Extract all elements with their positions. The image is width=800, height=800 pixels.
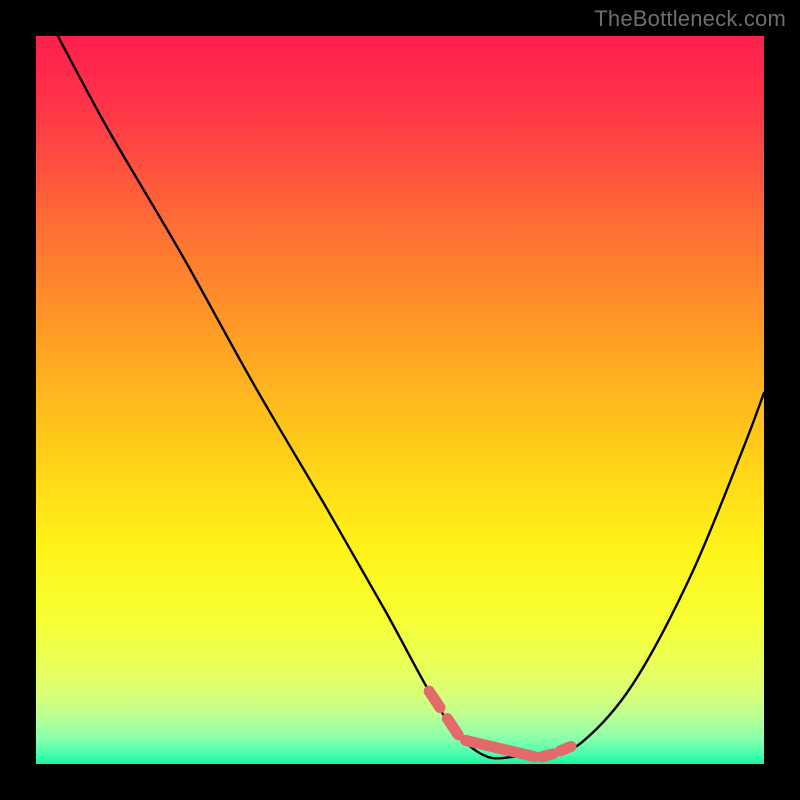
plot-background bbox=[36, 36, 764, 764]
chart-frame: TheBottleneck.com bbox=[0, 0, 800, 800]
optimal-marker bbox=[542, 754, 553, 757]
bottleneck-chart bbox=[0, 0, 800, 800]
watermark-text: TheBottleneck.com bbox=[594, 6, 786, 32]
optimal-marker bbox=[560, 747, 571, 751]
